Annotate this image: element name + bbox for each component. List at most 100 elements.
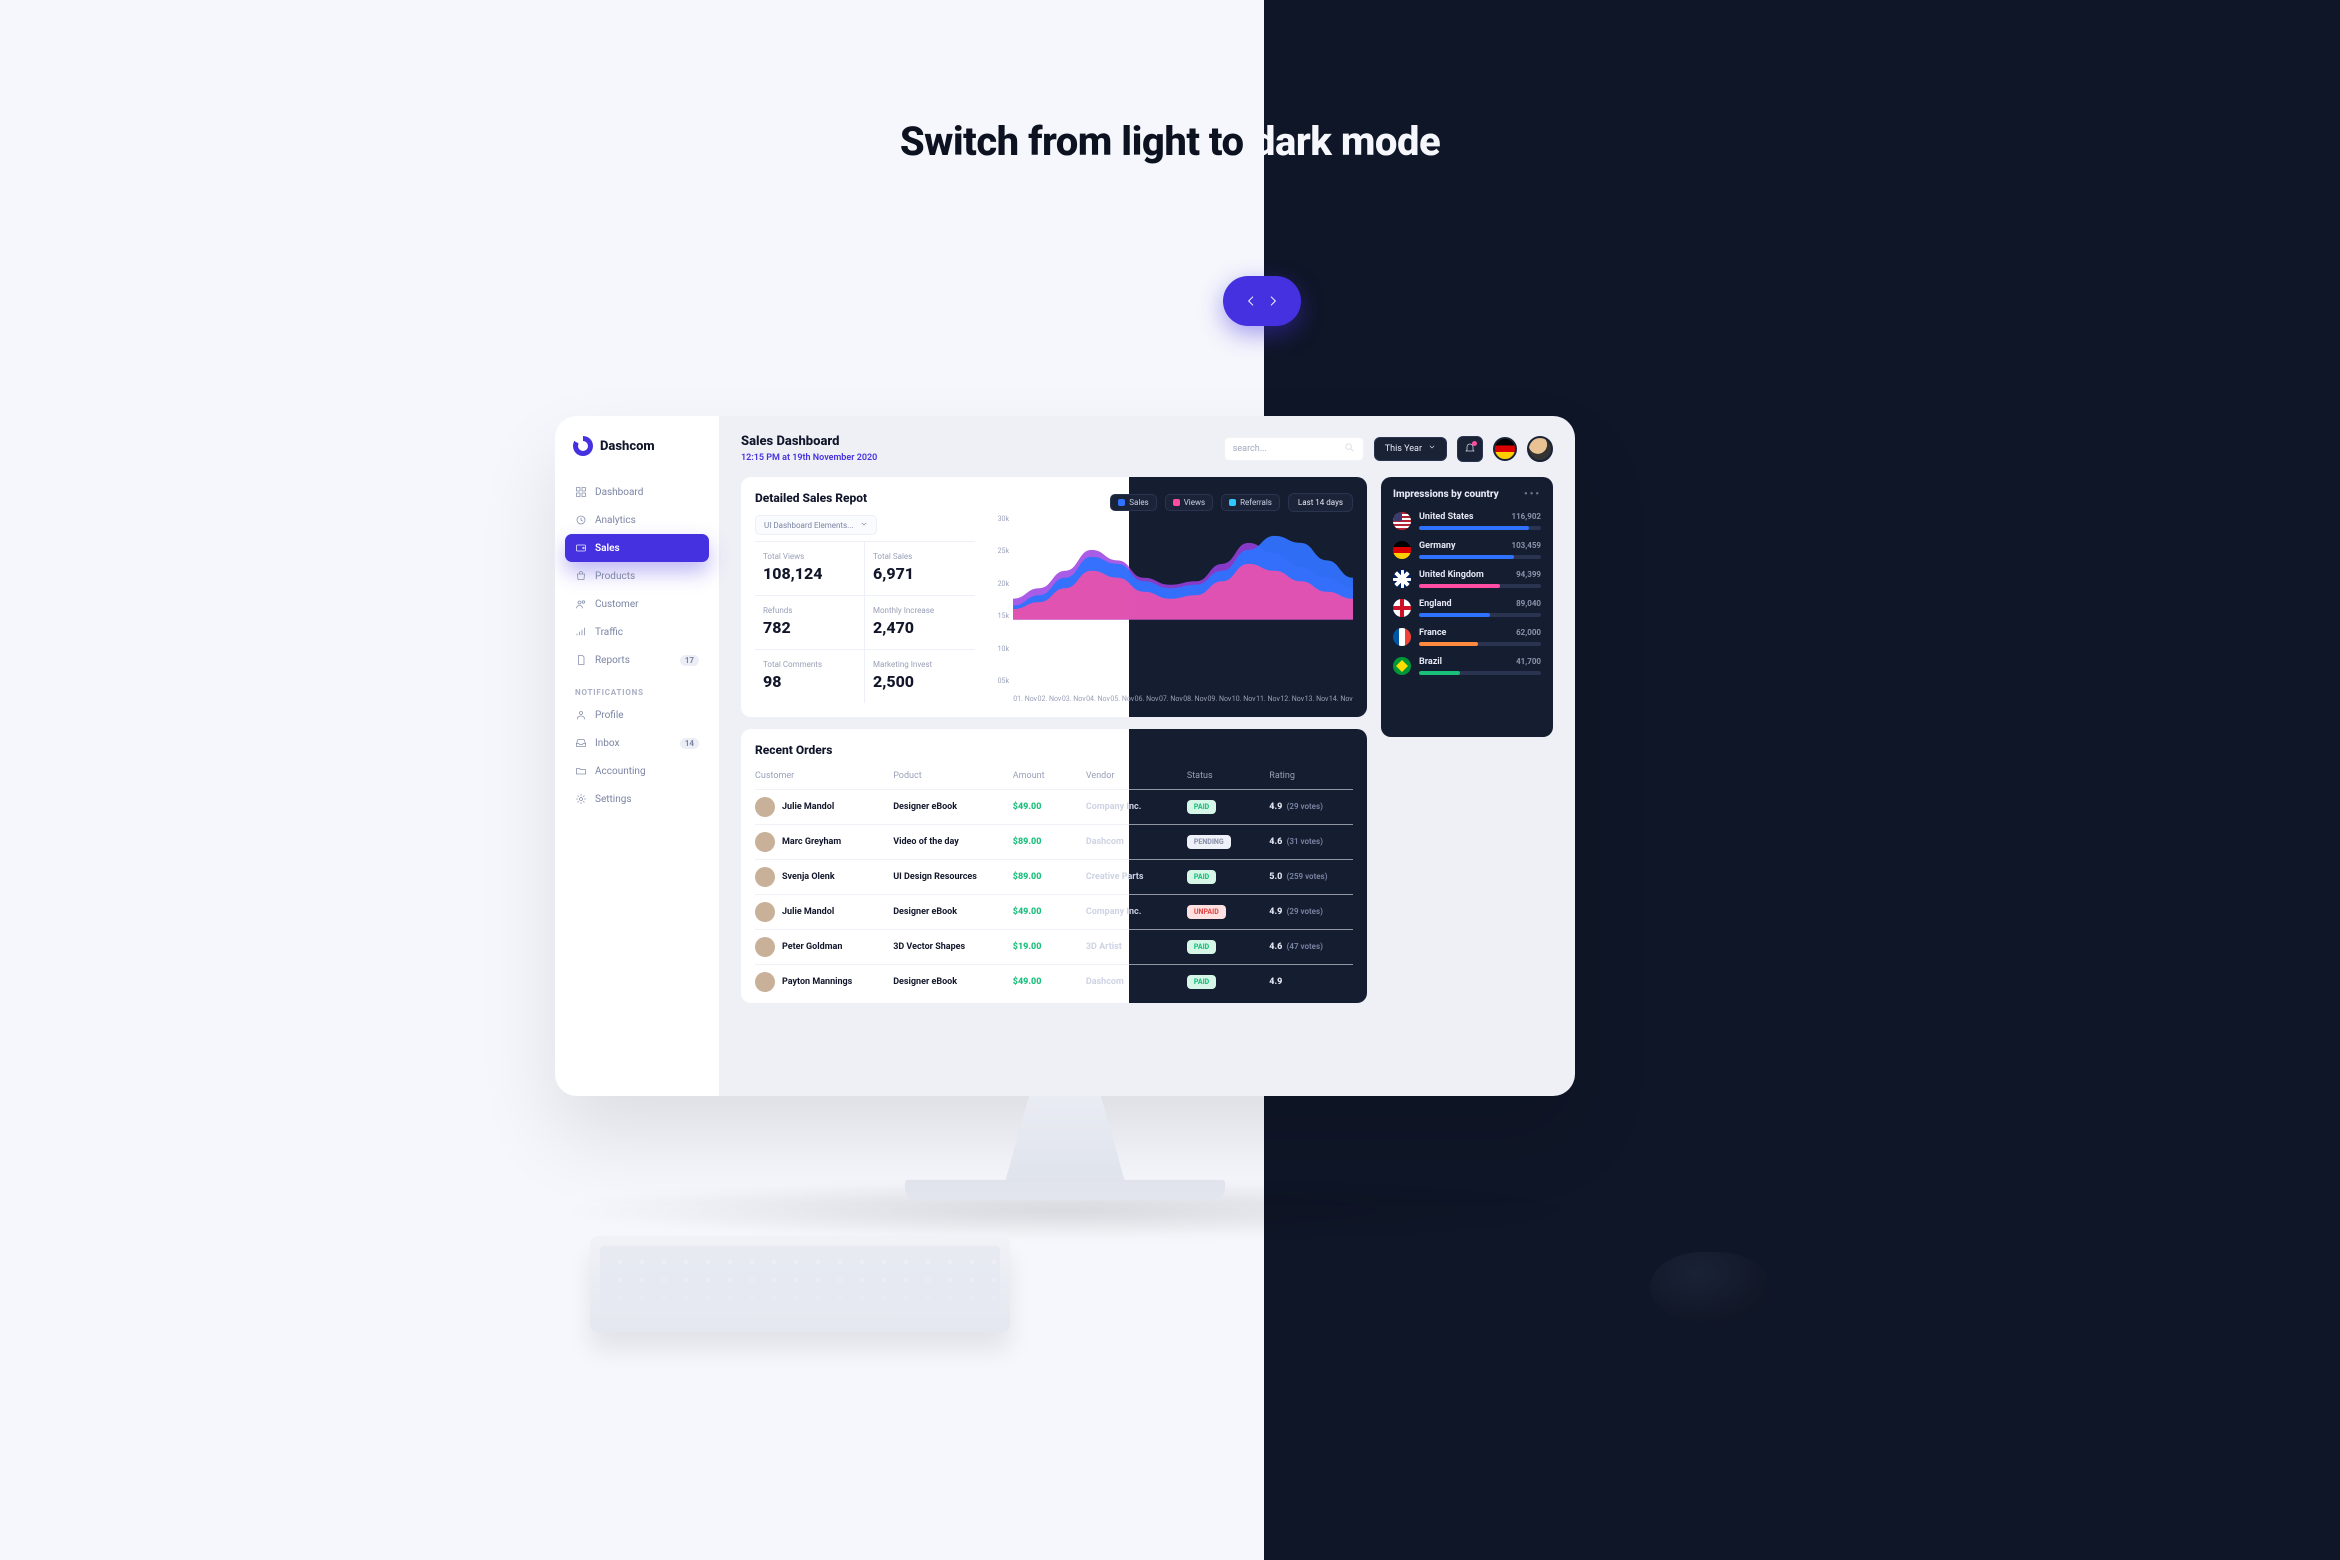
brand[interactable]: Dashcom — [565, 436, 709, 478]
y-tick: 20k — [989, 580, 1009, 588]
cell-status: UNPAID — [1187, 905, 1261, 919]
sidebar-badge: 14 — [680, 738, 699, 749]
monitor: Dashcom Dashboard Analytics Sales Produc… — [555, 416, 1575, 1200]
country-row[interactable]: France62,000 — [1393, 628, 1541, 646]
progress-bar — [1419, 555, 1541, 559]
orders-col-header: Vendor — [1086, 771, 1179, 781]
sidebar-item-label: Dashboard — [595, 487, 643, 498]
table-row[interactable]: Payton ManningsDesigner eBook$49.00Dashc… — [755, 964, 1353, 999]
table-row[interactable]: Julie MandolDesigner eBook$49.00Company … — [755, 894, 1353, 929]
sidebar-item-settings[interactable]: Settings — [565, 785, 709, 813]
x-tick: 10. Nov — [1232, 695, 1256, 703]
inbox-icon — [575, 737, 587, 749]
sidebar-item-label: Profile — [595, 710, 624, 721]
sidebar-item-sales[interactable]: Sales — [565, 534, 709, 562]
file-icon — [575, 654, 587, 666]
table-row[interactable]: Marc GreyhamVideo of the day$89.00Dashco… — [755, 824, 1353, 859]
cell-amount: $89.00 — [1013, 837, 1078, 847]
customer-name: Peter Goldman — [782, 942, 842, 952]
x-tick: 05. Nov — [1110, 695, 1134, 703]
country-name: Germany — [1419, 541, 1455, 551]
sidebar-item-dashboard[interactable]: Dashboard — [565, 478, 709, 506]
legend-views[interactable]: Views — [1165, 494, 1213, 511]
range-select[interactable]: This Year — [1374, 437, 1447, 461]
chart-legend: Sales Views Referrals Last 14 days — [1110, 493, 1353, 512]
cell-rating: 4.9 (29 votes) — [1269, 907, 1353, 917]
cell-product: Designer eBook — [893, 802, 1005, 812]
legend-sales[interactable]: Sales — [1110, 494, 1156, 511]
chart-x-axis: 01. Nov02. Nov03. Nov04. Nov05. Nov06. N… — [1013, 695, 1353, 703]
locale-flag-icon[interactable] — [1493, 437, 1517, 461]
chevron-left-icon — [1244, 294, 1258, 308]
sidebar-item-reports[interactable]: Reports 17 — [565, 646, 709, 674]
chevron-right-icon — [1266, 294, 1280, 308]
legend-referrals[interactable]: Referrals — [1221, 494, 1280, 511]
country-body: England89,040 — [1419, 599, 1541, 617]
sidebar-item-customer[interactable]: Customer — [565, 590, 709, 618]
flag-icon — [1393, 628, 1411, 646]
more-icon[interactable]: ••• — [1524, 489, 1541, 500]
country-row[interactable]: Brazil41,700 — [1393, 657, 1541, 675]
sidebar-item-label: Products — [595, 571, 635, 582]
clock-icon — [575, 514, 587, 526]
sidebar-item-profile[interactable]: Profile — [565, 701, 709, 729]
table-row[interactable]: Julie MandolDesigner eBook$49.00Company … — [755, 789, 1353, 824]
orders-col-header: Customer — [755, 771, 885, 781]
progress-fill — [1419, 526, 1529, 530]
progress-fill — [1419, 642, 1478, 646]
status-badge: PAID — [1187, 870, 1216, 884]
search-icon — [1344, 442, 1355, 456]
page-subtitle: 12:15 PM at 19th November 2020 — [741, 453, 877, 463]
flag-icon — [1393, 570, 1411, 588]
cell-status: PAID — [1187, 975, 1261, 989]
customer-name: Julie Mandol — [782, 802, 834, 812]
avatar — [755, 832, 775, 852]
avatar — [755, 937, 775, 957]
cell-status: PAID — [1187, 940, 1261, 954]
country-row[interactable]: England89,040 — [1393, 599, 1541, 617]
country-body: United States116,902 — [1419, 512, 1541, 530]
flag-icon — [1393, 541, 1411, 559]
stat-marketing-invest: Marketing Invest2,500 — [865, 649, 975, 703]
chevron-down-icon — [1428, 443, 1436, 454]
notifications-button[interactable] — [1457, 436, 1483, 462]
country-body: Brazil41,700 — [1419, 657, 1541, 675]
sidebar-item-analytics[interactable]: Analytics — [565, 506, 709, 534]
country-name: France — [1419, 628, 1446, 638]
cell-amount: $19.00 — [1013, 942, 1078, 952]
country-row[interactable]: United Kingdom94,399 — [1393, 570, 1541, 588]
table-row[interactable]: Peter Goldman3D Vector Shapes$19.003D Ar… — [755, 929, 1353, 964]
chart-range-button[interactable]: Last 14 days — [1288, 493, 1353, 512]
gear-icon — [575, 793, 587, 805]
users-icon — [575, 598, 587, 610]
y-tick: 15k — [989, 612, 1009, 620]
avatar[interactable] — [1527, 436, 1553, 462]
mouse — [1650, 1252, 1770, 1322]
avatar — [755, 867, 775, 887]
cell-vendor: Dashcom — [1086, 837, 1179, 847]
theme-slider-handle[interactable] — [1223, 276, 1301, 326]
sidebar-item-accounting[interactable]: Accounting — [565, 757, 709, 785]
country-value: 116,902 — [1511, 512, 1541, 521]
page-heading: Sales Dashboard 12:15 PM at 19th Novembe… — [741, 434, 877, 463]
cell-status: PAID — [1187, 800, 1261, 814]
card-title: Recent Orders — [755, 743, 1353, 757]
detailed-sales-card: Detailed Sales Repot UI Dashboard Elemen… — [741, 477, 1367, 717]
product-dropdown[interactable]: UI Dashboard Elements... — [755, 515, 877, 535]
impressions-card: Impressions by country ••• United States… — [1381, 477, 1553, 737]
stat-total-sales: Total Sales6,971 — [865, 541, 975, 595]
country-name: England — [1419, 599, 1452, 609]
country-row[interactable]: Germany103,459 — [1393, 541, 1541, 559]
sidebar-item-products[interactable]: Products — [565, 562, 709, 590]
search-input[interactable]: search... — [1224, 437, 1364, 461]
flag-icon — [1393, 512, 1411, 530]
x-tick: 12. Nov — [1280, 695, 1304, 703]
country-row[interactable]: United States116,902 — [1393, 512, 1541, 530]
y-tick: 25k — [989, 547, 1009, 555]
x-tick: 04. Nov — [1086, 695, 1110, 703]
sidebar-item-inbox[interactable]: Inbox 14 — [565, 729, 709, 757]
stat-refunds: Refunds782 — [755, 595, 865, 649]
sidebar-item-traffic[interactable]: Traffic — [565, 618, 709, 646]
table-row[interactable]: Svenja OlenkUI Design Resources$89.00Cre… — [755, 859, 1353, 894]
cell-rating: 5.0 (259 votes) — [1269, 872, 1353, 882]
